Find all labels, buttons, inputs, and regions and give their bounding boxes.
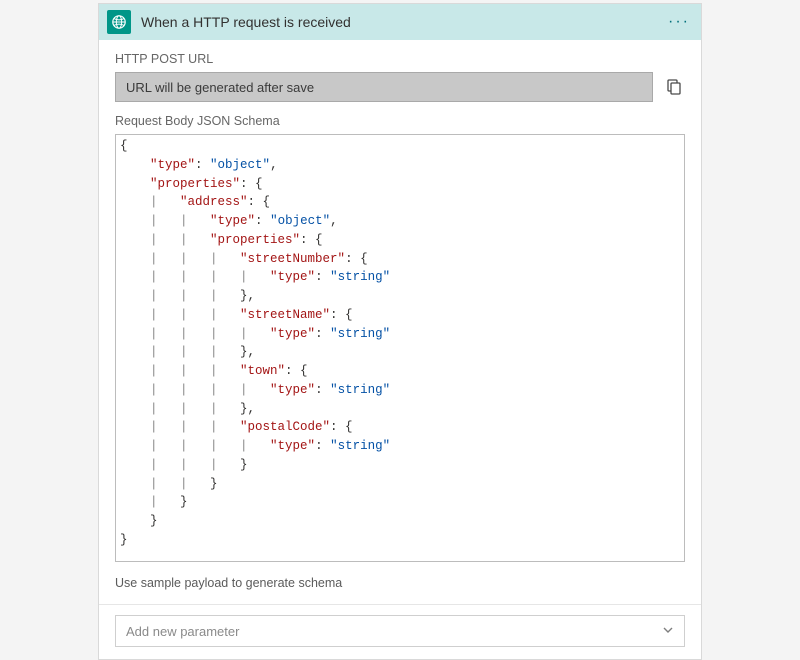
post-url-field: URL will be generated after save — [115, 72, 653, 102]
post-url-label: HTTP POST URL — [115, 52, 685, 66]
schema-label: Request Body JSON Schema — [115, 114, 685, 128]
schema-editor[interactable]: { "type": "object", "properties": { | "a… — [115, 134, 685, 562]
chevron-down-icon — [662, 624, 674, 639]
add-parameter-dropdown[interactable]: Add new parameter — [115, 615, 685, 647]
card-header[interactable]: When a HTTP request is received ··· — [99, 4, 701, 40]
http-request-icon — [107, 10, 131, 34]
trigger-card: When a HTTP request is received ··· HTTP… — [98, 3, 702, 660]
card-title: When a HTTP request is received — [131, 14, 665, 30]
card-menu-button[interactable]: ··· — [665, 8, 693, 36]
separator — [99, 604, 701, 605]
ellipsis-icon: ··· — [668, 14, 690, 30]
use-sample-payload-link[interactable]: Use sample payload to generate schema — [115, 576, 685, 590]
copy-url-button[interactable] — [663, 76, 685, 98]
card-body: HTTP POST URL URL will be generated afte… — [99, 40, 701, 659]
post-url-row: URL will be generated after save — [115, 72, 685, 102]
add-parameter-label: Add new parameter — [126, 624, 239, 639]
post-url-value: URL will be generated after save — [126, 80, 314, 95]
copy-icon — [665, 78, 683, 96]
